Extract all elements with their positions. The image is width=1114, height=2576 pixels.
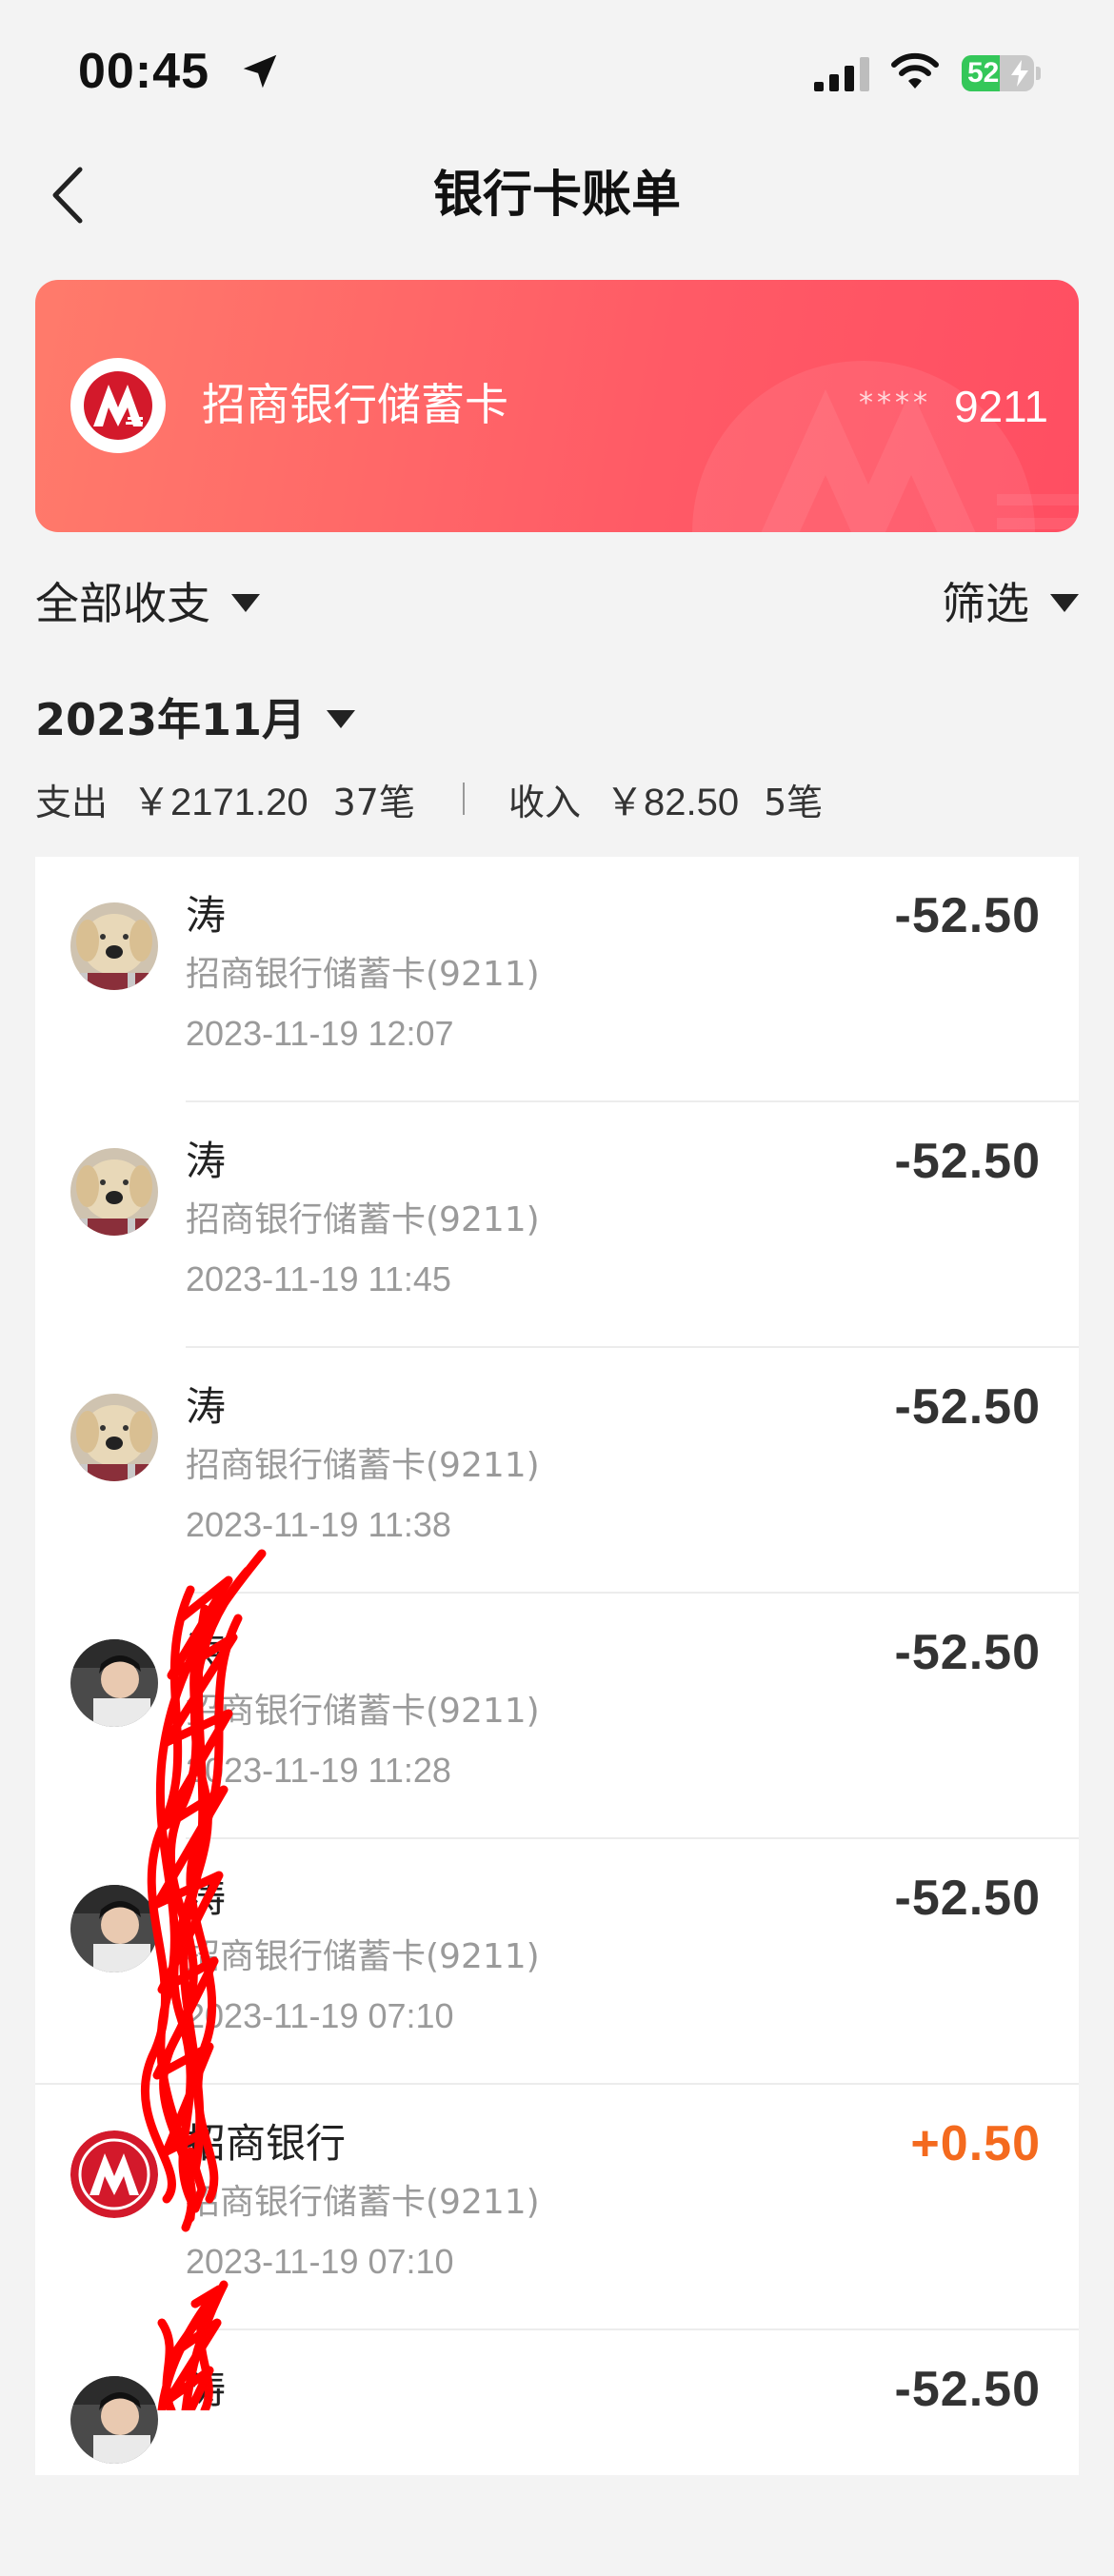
battery-nub <box>1036 67 1041 80</box>
transaction-name: 涛 <box>186 892 227 939</box>
battery-charging-icon: 52 <box>962 55 1034 91</box>
transaction-amount: -52.50 <box>894 1625 1041 1680</box>
transaction-row[interactable]: 涛 招商银行储蓄卡(9211) 2023-11-19 12:07 -52.50 <box>35 857 1079 1102</box>
back-button[interactable] <box>38 162 95 228</box>
month-picker[interactable]: 2023年11月 <box>35 685 356 748</box>
transaction-amount: -52.50 <box>894 2362 1041 2417</box>
location-arrow-icon <box>243 54 277 89</box>
page-title: 银行卡账单 <box>432 167 681 224</box>
income-label: 收入 <box>507 781 581 823</box>
transaction-name: 招商银行 <box>186 2120 347 2167</box>
summary-divider <box>462 783 465 815</box>
transaction-card: 招商银行储蓄卡(9211) <box>186 1446 540 1485</box>
monthly-summary: 支出 ￥2171.20 37笔 收入 ￥82.50 5笔 <box>35 771 823 826</box>
transaction-name: 涛 <box>186 1138 227 1184</box>
transaction-name: 涛 <box>186 1383 227 1430</box>
transaction-card: 招商银行储蓄卡(9211) <box>186 1937 540 1976</box>
transaction-name: 涛 <box>186 1629 227 1675</box>
triangle-down-icon <box>327 709 356 728</box>
transaction-row[interactable]: 涛 招商银行储蓄卡(9211) 2023-11-19 07:10 -52.50 <box>35 1839 1079 2085</box>
income-expense-type-dropdown[interactable]: 全部收支 <box>35 569 260 632</box>
bank-card-banner[interactable]: 招商银行储蓄卡 **** 9211 <box>35 280 1079 532</box>
transaction-time: 2023-11-19 12:07 <box>186 1014 454 1053</box>
transaction-time: 2023-11-19 07:10 <box>186 1996 454 2035</box>
cellular-signal-icon <box>814 57 869 91</box>
filter-label: 筛选 <box>942 578 1029 629</box>
transaction-amount: -52.50 <box>894 888 1041 943</box>
status-time: 00:45 <box>78 44 209 99</box>
card-masked-digits: **** <box>859 386 931 420</box>
transaction-row[interactable]: 涛 -52.50 <box>35 2330 1079 2576</box>
transaction-row[interactable]: 招商银行 招商银行储蓄卡(9211) 2023-11-19 07:10 +0.5… <box>35 2085 1079 2330</box>
transaction-row[interactable]: 涛 招商银行储蓄卡(9211) 2023-11-19 11:28 -52.50 <box>35 1594 1079 1839</box>
dog-avatar <box>70 1394 158 1481</box>
transaction-amount: -52.50 <box>894 1134 1041 1189</box>
income-count: 5笔 <box>764 781 824 823</box>
filter-dropdown[interactable]: 筛选 <box>942 569 1079 632</box>
transaction-time: 2023-11-19 11:38 <box>186 1505 451 1544</box>
month-label: 2023年11月 <box>35 694 307 745</box>
transaction-time: 2023-11-19 11:45 <box>186 1259 451 1298</box>
triangle-down-icon <box>1050 593 1079 612</box>
transaction-amount: +0.50 <box>910 2116 1041 2171</box>
cmb-logo-icon <box>84 371 152 440</box>
dog-avatar <box>70 1148 158 1236</box>
dog-avatar <box>70 902 158 990</box>
triangle-down-icon <box>231 593 260 612</box>
transaction-row[interactable]: 涛 招商银行储蓄卡(9211) 2023-11-19 11:38 -52.50 <box>35 1348 1079 1594</box>
card-bank-name: 招商银行储蓄卡 <box>202 379 508 430</box>
type-filter-label: 全部收支 <box>35 578 210 629</box>
chevron-left-icon <box>52 167 83 224</box>
status-bar: 00:45 52 <box>0 0 1114 143</box>
transaction-card: 招商银行储蓄卡(9211) <box>186 955 540 994</box>
person-avatar <box>70 2376 158 2464</box>
person-avatar <box>70 1885 158 1972</box>
bank-logo <box>70 2130 158 2218</box>
transaction-time: 2023-11-19 11:28 <box>186 1751 451 1790</box>
transaction-card: 招商银行储蓄卡(9211) <box>186 2183 540 2222</box>
person-avatar <box>70 1639 158 1727</box>
transaction-amount: -52.50 <box>894 1379 1041 1435</box>
income-amount: ￥82.50 <box>605 782 740 823</box>
card-last-four: 9211 <box>954 382 1048 431</box>
transaction-list: 涛 招商银行储蓄卡(9211) 2023-11-19 12:07 -52.50 … <box>35 857 1079 2475</box>
transaction-amount: -52.50 <box>894 1871 1041 1926</box>
bolt-icon <box>1011 60 1028 87</box>
expense-label: 支出 <box>35 781 109 823</box>
expense-amount: ￥2171.20 <box>132 782 308 823</box>
transaction-row[interactable]: 涛 招商银行储蓄卡(9211) 2023-11-19 11:45 -52.50 <box>35 1102 1079 1348</box>
transaction-time: 2023-11-19 07:10 <box>186 2242 454 2281</box>
expense-count: 37笔 <box>332 781 415 823</box>
bank-logo <box>70 358 166 453</box>
transaction-card: 招商银行储蓄卡(9211) <box>186 1692 540 1731</box>
transaction-name: 涛 <box>186 2366 227 2412</box>
transaction-card: 招商银行储蓄卡(9211) <box>186 1200 540 1239</box>
wifi-icon <box>891 52 939 89</box>
transaction-name: 涛 <box>186 1874 227 1921</box>
